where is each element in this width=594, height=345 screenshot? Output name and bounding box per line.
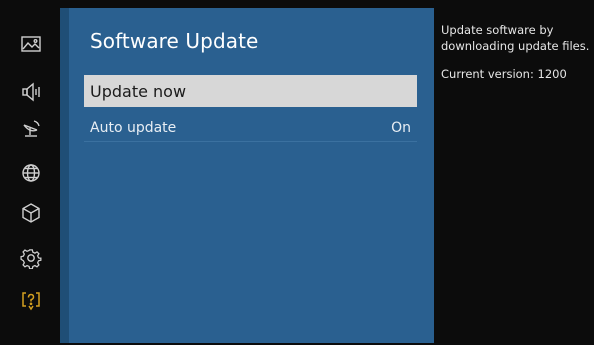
settings-category-rail (0, 0, 60, 345)
picture-icon[interactable] (18, 31, 44, 57)
current-version-text: Current version: 1200 (441, 67, 567, 81)
info-description: Update software by downloading update fi… (441, 23, 590, 53)
update-now-item[interactable]: Update now (84, 75, 417, 107)
support-icon[interactable] (18, 288, 44, 314)
network-icon[interactable] (18, 160, 44, 186)
broadcasting-icon[interactable] (18, 115, 44, 141)
info-panel: Update software by downloading update fi… (441, 22, 591, 82)
software-update-panel: Software Update Update now Auto update O… (69, 8, 434, 343)
smart-features-icon[interactable] (18, 200, 44, 226)
auto-update-value: On (391, 119, 411, 136)
panel-edge-bar (60, 8, 69, 343)
panel-title: Software Update (90, 29, 259, 53)
sound-icon[interactable] (18, 79, 44, 105)
update-now-label: Update now (90, 81, 187, 101)
general-settings-icon[interactable] (18, 245, 44, 271)
auto-update-label: Auto update (90, 119, 177, 136)
auto-update-item[interactable]: Auto update On (84, 114, 417, 142)
